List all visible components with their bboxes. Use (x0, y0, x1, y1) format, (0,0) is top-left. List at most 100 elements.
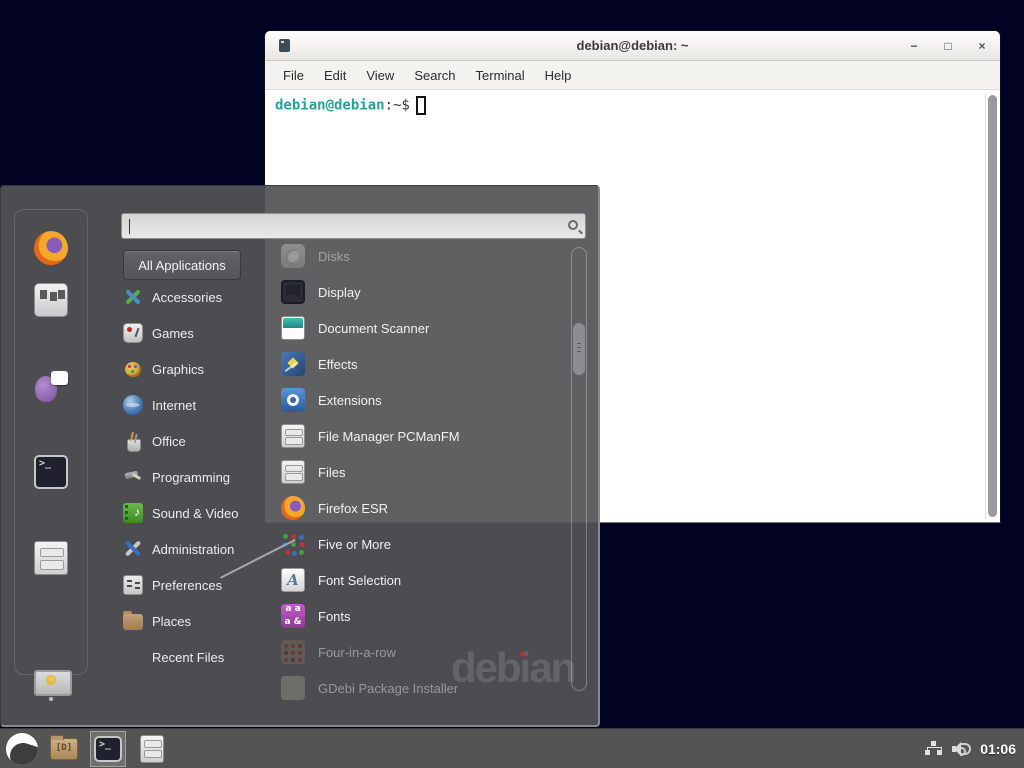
search-caret (129, 219, 130, 234)
network-icon[interactable] (925, 741, 942, 756)
category-office[interactable]: Office (123, 423, 281, 459)
administration-icon (123, 539, 143, 559)
graphics-icon (123, 359, 143, 379)
lock-screen-icon[interactable] (34, 667, 68, 701)
category-label: Sound & Video (152, 506, 239, 521)
category-sound-video[interactable]: Sound & Video (123, 495, 281, 531)
category-label: Preferences (152, 578, 222, 593)
category-places[interactable]: Places (123, 603, 281, 639)
category-games[interactable]: Games (123, 315, 281, 351)
app-label: Disks (318, 249, 350, 264)
taskbar: 01:06 (0, 728, 1024, 768)
gdebi-icon (281, 676, 305, 700)
files-icon (140, 735, 164, 763)
app-label: Firefox ESR (318, 501, 388, 516)
terminal-icon[interactable] (34, 455, 68, 489)
application-menu: All Applications Accessories Games Graphic… (0, 185, 600, 727)
close-button[interactable]: × (974, 38, 990, 54)
cabinet-icon (281, 424, 305, 448)
disks-icon (281, 244, 305, 268)
terminal-icon (94, 736, 122, 762)
category-label: Graphics (152, 362, 204, 377)
terminal-window-icon (279, 39, 290, 52)
clock[interactable]: 01:06 (980, 741, 1016, 757)
terminal-menu-help[interactable]: Help (535, 68, 582, 83)
fonts-icon (281, 604, 305, 628)
app-label: Extensions (318, 393, 382, 408)
document-scanner-icon (281, 316, 305, 340)
file-manager-icon[interactable] (34, 541, 68, 575)
category-recent-files[interactable]: Recent Files (123, 639, 281, 675)
taskbar-item-file-manager-desktop[interactable] (46, 731, 82, 767)
sound-video-icon (123, 503, 143, 523)
firefox-icon (281, 496, 305, 520)
app-item-files[interactable]: Files (281, 454, 567, 490)
category-list: Accessories Games Graphics Internet Office Pr… (123, 279, 281, 675)
app-item-display[interactable]: Display (281, 274, 567, 310)
terminal-scrollbar[interactable] (985, 93, 998, 519)
category-label: Office (152, 434, 186, 449)
category-label: Accessories (152, 290, 222, 305)
taskbar-item-terminal[interactable] (90, 731, 126, 767)
debian-watermark-dot (520, 652, 525, 657)
minimize-button[interactable]: − (906, 38, 922, 54)
app-item-fonts[interactable]: Fonts (281, 598, 567, 634)
programming-icon (123, 467, 143, 487)
app-item-extensions[interactable]: Extensions (281, 382, 567, 418)
terminal-title: debian@debian: ~ (265, 38, 1000, 53)
terminal-menu-file[interactable]: File (273, 68, 314, 83)
app-label: Display (318, 285, 361, 300)
taskbar-item-files[interactable] (134, 731, 170, 767)
terminal-scrollbar-thumb[interactable] (988, 95, 997, 517)
pidgin-icon[interactable] (34, 369, 68, 403)
app-item-document-scanner[interactable]: Document Scanner (281, 310, 567, 346)
terminal-menu-terminal[interactable]: Terminal (466, 68, 535, 83)
search-input[interactable] (121, 213, 586, 239)
display-icon (281, 280, 305, 304)
app-list-scrollbar-track[interactable] (571, 247, 587, 691)
app-item-disks: Disks (281, 238, 567, 274)
preferences-icon (123, 575, 143, 595)
category-label: Administration (152, 542, 234, 557)
window-controls: − □ × (906, 31, 990, 61)
category-administration[interactable]: Administration (123, 531, 281, 567)
app-item-file-manager-pcmanfm[interactable]: File Manager PCManFM (281, 418, 567, 454)
app-label: Font Selection (318, 573, 401, 588)
terminal-titlebar[interactable]: debian@debian: ~ − □ × (265, 31, 1000, 61)
app-item-five-or-more[interactable]: Five or More (281, 526, 567, 562)
debian-watermark: debian (451, 644, 574, 692)
all-applications-button[interactable]: All Applications (123, 250, 241, 280)
cabinet-icon (281, 460, 305, 484)
app-item-font-selection[interactable]: Font Selection (281, 562, 567, 598)
volume-icon[interactable] (952, 741, 972, 757)
extensions-icon (281, 388, 305, 412)
category-label: Places (152, 614, 191, 629)
effects-icon (281, 352, 305, 376)
category-programming[interactable]: Programming (123, 459, 281, 495)
places-icon (123, 614, 143, 630)
category-label: Recent Files (152, 650, 224, 665)
category-accessories[interactable]: Accessories (123, 279, 281, 315)
prompt-suffix: :~$ (385, 98, 410, 114)
accessories-icon (123, 287, 143, 307)
app-label: GDebi Package Installer (318, 681, 458, 696)
category-label: Games (152, 326, 194, 341)
font-selection-icon (281, 568, 305, 592)
app-list-scrollbar-thumb[interactable] (573, 323, 585, 375)
firefox-icon[interactable] (34, 231, 68, 265)
category-preferences[interactable]: Preferences (123, 567, 281, 603)
category-internet[interactable]: Internet (123, 387, 281, 423)
terminal-menu-view[interactable]: View (356, 68, 404, 83)
app-label: File Manager PCManFM (318, 429, 460, 444)
games-icon (123, 323, 143, 343)
prompt-user-host: debian@debian (275, 98, 385, 114)
maximize-button[interactable]: □ (940, 38, 956, 54)
app-label: Four-in-a-row (318, 645, 396, 660)
app-item-effects[interactable]: Effects (281, 346, 567, 382)
package-manager-icon[interactable] (34, 283, 68, 317)
category-graphics[interactable]: Graphics (123, 351, 281, 387)
app-item-firefox-esr[interactable]: Firefox ESR (281, 490, 567, 526)
terminal-menu-search[interactable]: Search (404, 68, 465, 83)
terminal-menu-edit[interactable]: Edit (314, 68, 356, 83)
menu-button[interactable] (6, 733, 38, 765)
